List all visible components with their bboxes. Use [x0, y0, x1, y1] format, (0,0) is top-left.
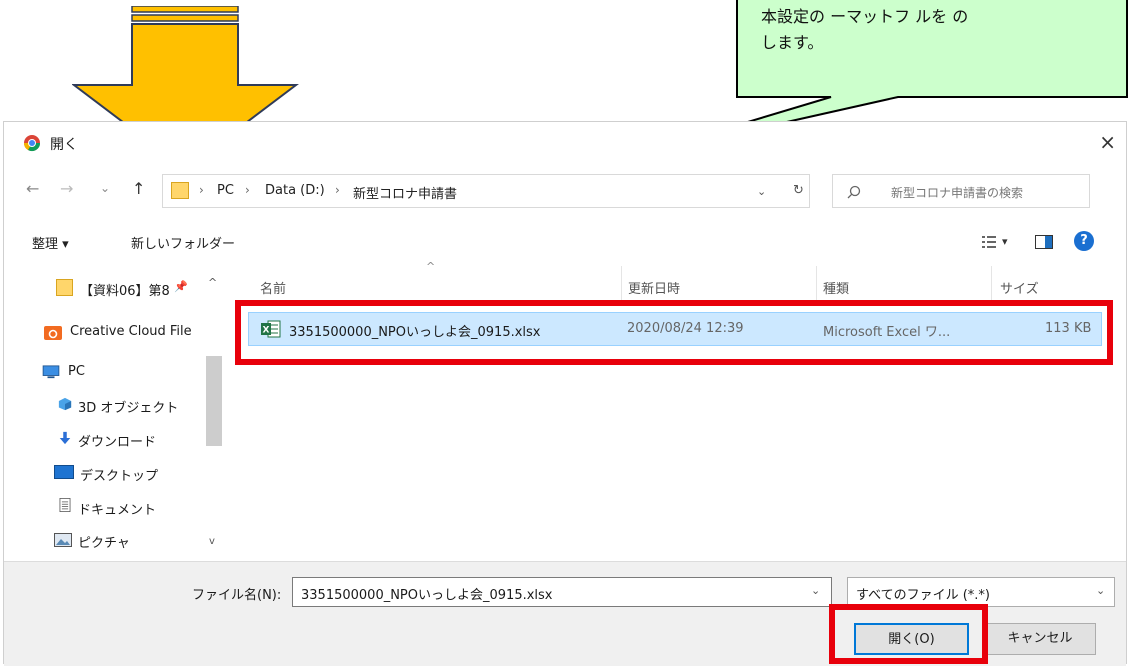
sidebar-item-label: PC: [68, 364, 85, 379]
filetype-dropdown-icon[interactable]: ⌄: [1096, 584, 1105, 597]
breadcrumb-separator: ›: [199, 183, 204, 197]
breadcrumb-separator: ›: [245, 183, 250, 197]
open-file-dialog: 開く × ← → ⌄ ↑ › PC › Data (D:) › 新型コロナ申請書…: [3, 121, 1127, 666]
folder-icon: [171, 182, 189, 199]
forward-button[interactable]: →: [60, 179, 73, 198]
pc-icon: [42, 365, 60, 379]
sidebar-item-folder[interactable]: 【資料06】第8 📌: [4, 274, 204, 302]
back-button[interactable]: ←: [26, 179, 39, 198]
sidebar-item-label: Creative Cloud File: [70, 324, 192, 339]
address-bar[interactable]: › PC › Data (D:) › 新型コロナ申請書 ⌄ ↻: [162, 174, 810, 208]
filename-value: 3351500000_NPOいっしよ会_0915.xlsx: [301, 588, 553, 603]
sidebar-item-label: デスクトップ: [80, 469, 159, 484]
column-header-name[interactable]: 名前: [260, 278, 286, 297]
up-button[interactable]: ↑: [132, 179, 145, 198]
sidebar-item-3d-objects[interactable]: 3D オブジェクト: [4, 391, 204, 419]
sidebar-item-pc[interactable]: PC: [4, 358, 204, 386]
search-input[interactable]: 新型コロナ申請書の検索: [832, 174, 1090, 208]
file-highlight-box: [235, 300, 1113, 365]
filetype-select[interactable]: すべてのファイル (*.*) ⌄: [847, 577, 1115, 607]
desktop-icon: [54, 465, 74, 479]
sort-indicator-icon: ^: [426, 260, 436, 273]
command-bar: 整理 ▾ 新しいフォルダー ▾ ?: [4, 224, 1126, 260]
breadcrumb-pc[interactable]: PC: [217, 183, 234, 198]
callout-text: 本設定の ーマットフ ルを の します。: [761, 7, 969, 52]
filetype-value: すべてのファイル (*.*): [856, 588, 990, 603]
filename-dropdown-icon[interactable]: ⌄: [811, 584, 820, 597]
sidebar-item-documents[interactable]: ドキュメント: [4, 493, 204, 521]
column-divider: [621, 266, 622, 302]
breadcrumb-separator: ›: [335, 183, 340, 197]
chrome-icon: [23, 135, 41, 152]
scroll-down-arrow[interactable]: v: [209, 536, 215, 547]
scroll-up-arrow[interactable]: ^: [208, 276, 217, 289]
refresh-button[interactable]: ↻: [793, 183, 804, 198]
column-divider: [991, 266, 992, 302]
sidebar-item-label: ドキュメント: [78, 503, 157, 518]
help-icon: ?: [1080, 233, 1088, 248]
filename-label: ファイル名(N):: [192, 588, 282, 603]
close-button[interactable]: ×: [1099, 130, 1116, 154]
dialog-title: 開く: [50, 137, 78, 153]
cancel-button[interactable]: キャンセル: [984, 623, 1096, 655]
filename-input[interactable]: 3351500000_NPOいっしよ会_0915.xlsx ⌄: [292, 577, 832, 607]
column-header-modified[interactable]: 更新日時: [628, 278, 680, 297]
help-button[interactable]: ?: [1074, 231, 1094, 251]
preview-pane-icon[interactable]: [1035, 235, 1053, 249]
download-icon: [59, 431, 71, 445]
documents-icon: [59, 498, 71, 512]
column-header-size[interactable]: サイズ: [1000, 278, 1039, 297]
sidebar-item-label: ダウンロード: [78, 435, 157, 450]
sidebar-item-downloads[interactable]: ダウンロード: [4, 425, 204, 453]
address-row: ← → ⌄ ↑ › PC › Data (D:) › 新型コロナ申請書 ⌄ ↻ …: [4, 166, 1126, 214]
pictures-icon: [54, 533, 72, 547]
sidebar-scrollbar-thumb[interactable]: [206, 356, 222, 446]
new-folder-button[interactable]: 新しいフォルダー: [131, 233, 235, 252]
sidebar-item-desktop[interactable]: デスクトップ: [4, 459, 204, 487]
view-dropdown-button[interactable]: ▾: [1002, 235, 1008, 248]
view-options-icon[interactable]: [982, 235, 996, 249]
sidebar-item-label: ピクチャ: [78, 536, 130, 551]
search-icon: [847, 185, 861, 199]
sidebar-item-creative-cloud[interactable]: Creative Cloud File: [4, 318, 204, 346]
breadcrumb-drive[interactable]: Data (D:): [265, 183, 325, 198]
creative-cloud-icon: [44, 326, 62, 340]
organize-button[interactable]: 整理 ▾: [32, 233, 69, 252]
open-button-highlight-box: [829, 604, 988, 664]
3d-objects-icon: [58, 397, 72, 411]
column-divider: [816, 266, 817, 302]
sidebar-item-label: 3D オブジェクト: [78, 401, 179, 416]
recent-locations-button[interactable]: ⌄: [100, 181, 110, 195]
search-placeholder: 新型コロナ申請書の検索: [891, 186, 1024, 200]
title-bar: 開く ×: [4, 122, 1126, 166]
pin-icon: 📌: [174, 280, 188, 293]
address-dropdown-button[interactable]: ⌄: [757, 185, 766, 198]
navigation-pane: 【資料06】第8 📌 Creative Cloud File PC 3D オブジ…: [4, 266, 229, 561]
folder-icon: [56, 279, 73, 296]
sidebar-item-pictures[interactable]: ピクチャ: [4, 526, 204, 554]
column-header-type[interactable]: 種類: [823, 278, 849, 297]
sidebar-item-label: 【資料06】第8: [80, 284, 170, 299]
breadcrumb-folder[interactable]: 新型コロナ申請書: [353, 183, 457, 202]
